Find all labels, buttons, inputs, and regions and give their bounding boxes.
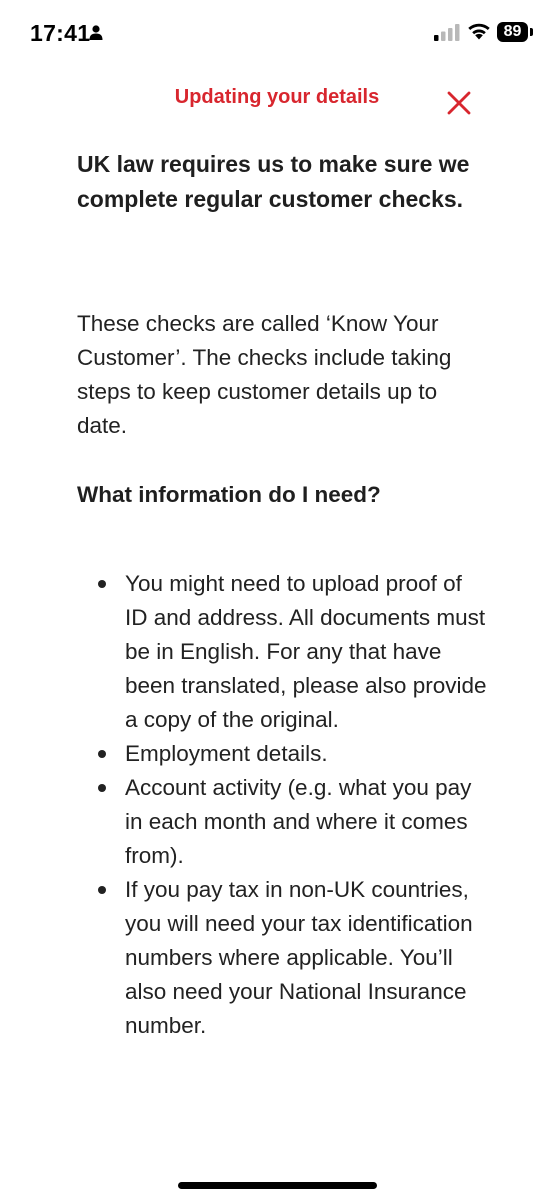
section-heading: What information do I need? <box>77 482 381 507</box>
list-item-text: Account activity (e.g. what you pay in e… <box>125 775 472 868</box>
list-item: If you pay tax in non-UK countries, you … <box>77 873 487 1043</box>
bullet-icon <box>98 784 106 792</box>
battery-icon: 89 <box>497 22 528 42</box>
battery-tip <box>530 28 533 36</box>
person-icon <box>89 25 103 40</box>
home-indicator[interactable] <box>178 1182 377 1189</box>
list-item-text: If you pay tax in non-UK countries, you … <box>125 877 473 1038</box>
bullet-icon <box>98 886 106 894</box>
signal-icon <box>434 24 460 41</box>
list-item-text: You might need to upload proof of ID and… <box>125 571 487 732</box>
body-text: These checks are called ‘Know Your Custo… <box>77 311 452 438</box>
wifi-icon <box>468 23 490 40</box>
content: UK law requires us to make sure we compl… <box>77 147 487 1038</box>
intro-heading: UK law requires us to make sure we compl… <box>77 151 470 212</box>
close-icon[interactable] <box>444 88 474 118</box>
list-item: Employment details. <box>77 737 487 771</box>
bullet-icon <box>98 750 106 758</box>
list-item-text: Employment details. <box>125 741 328 766</box>
status-time: 17:41 <box>30 20 91 46</box>
bullet-icon <box>98 580 106 588</box>
list-item: You might need to upload proof of ID and… <box>77 567 487 737</box>
list-item: Account activity (e.g. what you pay in e… <box>77 771 487 873</box>
requirements-list: You might need to upload proof of ID and… <box>77 567 487 1043</box>
status-bar: 17:41 89 <box>0 0 554 70</box>
